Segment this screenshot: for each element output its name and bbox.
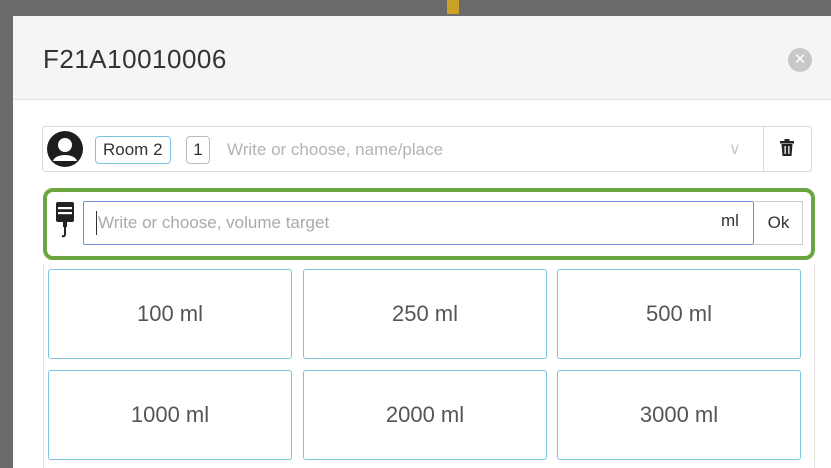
volume-target-input[interactable]: [83, 201, 754, 245]
ok-button[interactable]: Ok: [755, 201, 803, 245]
volume-option-2000[interactable]: 2000 ml: [303, 370, 547, 460]
volume-options-grid: 100 ml 250 ml 500 ml 1000 ml 2000 ml 300…: [43, 264, 815, 468]
modal-header: F21A10010006 ✕: [13, 16, 831, 100]
chevron-down-icon[interactable]: ∨: [729, 139, 741, 159]
count-tag: 1: [186, 136, 210, 164]
user-avatar-icon: [47, 131, 83, 167]
volume-option-100[interactable]: 100 ml: [48, 269, 292, 359]
trash-icon: [780, 139, 794, 156]
volume-target-row: ml Ok: [43, 188, 815, 260]
text-caret: [96, 211, 97, 235]
volume-option-250[interactable]: 250 ml: [303, 269, 547, 359]
modal-dialog: F21A10010006 ✕ Room 2 1 Write or choose,…: [13, 16, 831, 468]
background-accent: [447, 0, 459, 14]
unit-label: ml: [721, 211, 739, 230]
volume-option-500[interactable]: 500 ml: [557, 269, 801, 359]
modal-title: F21A10010006: [43, 44, 227, 74]
iv-bag-icon: [56, 202, 74, 238]
person-select[interactable]: Room 2 1 Write or choose, name/place ∨: [42, 126, 812, 172]
person-placeholder[interactable]: Write or choose, name/place: [227, 140, 443, 160]
volume-option-3000[interactable]: 3000 ml: [557, 370, 801, 460]
room-tag[interactable]: Room 2: [95, 136, 171, 164]
delete-button[interactable]: [763, 127, 811, 171]
close-icon[interactable]: ✕: [788, 48, 812, 72]
volume-option-1000[interactable]: 1000 ml: [48, 370, 292, 460]
